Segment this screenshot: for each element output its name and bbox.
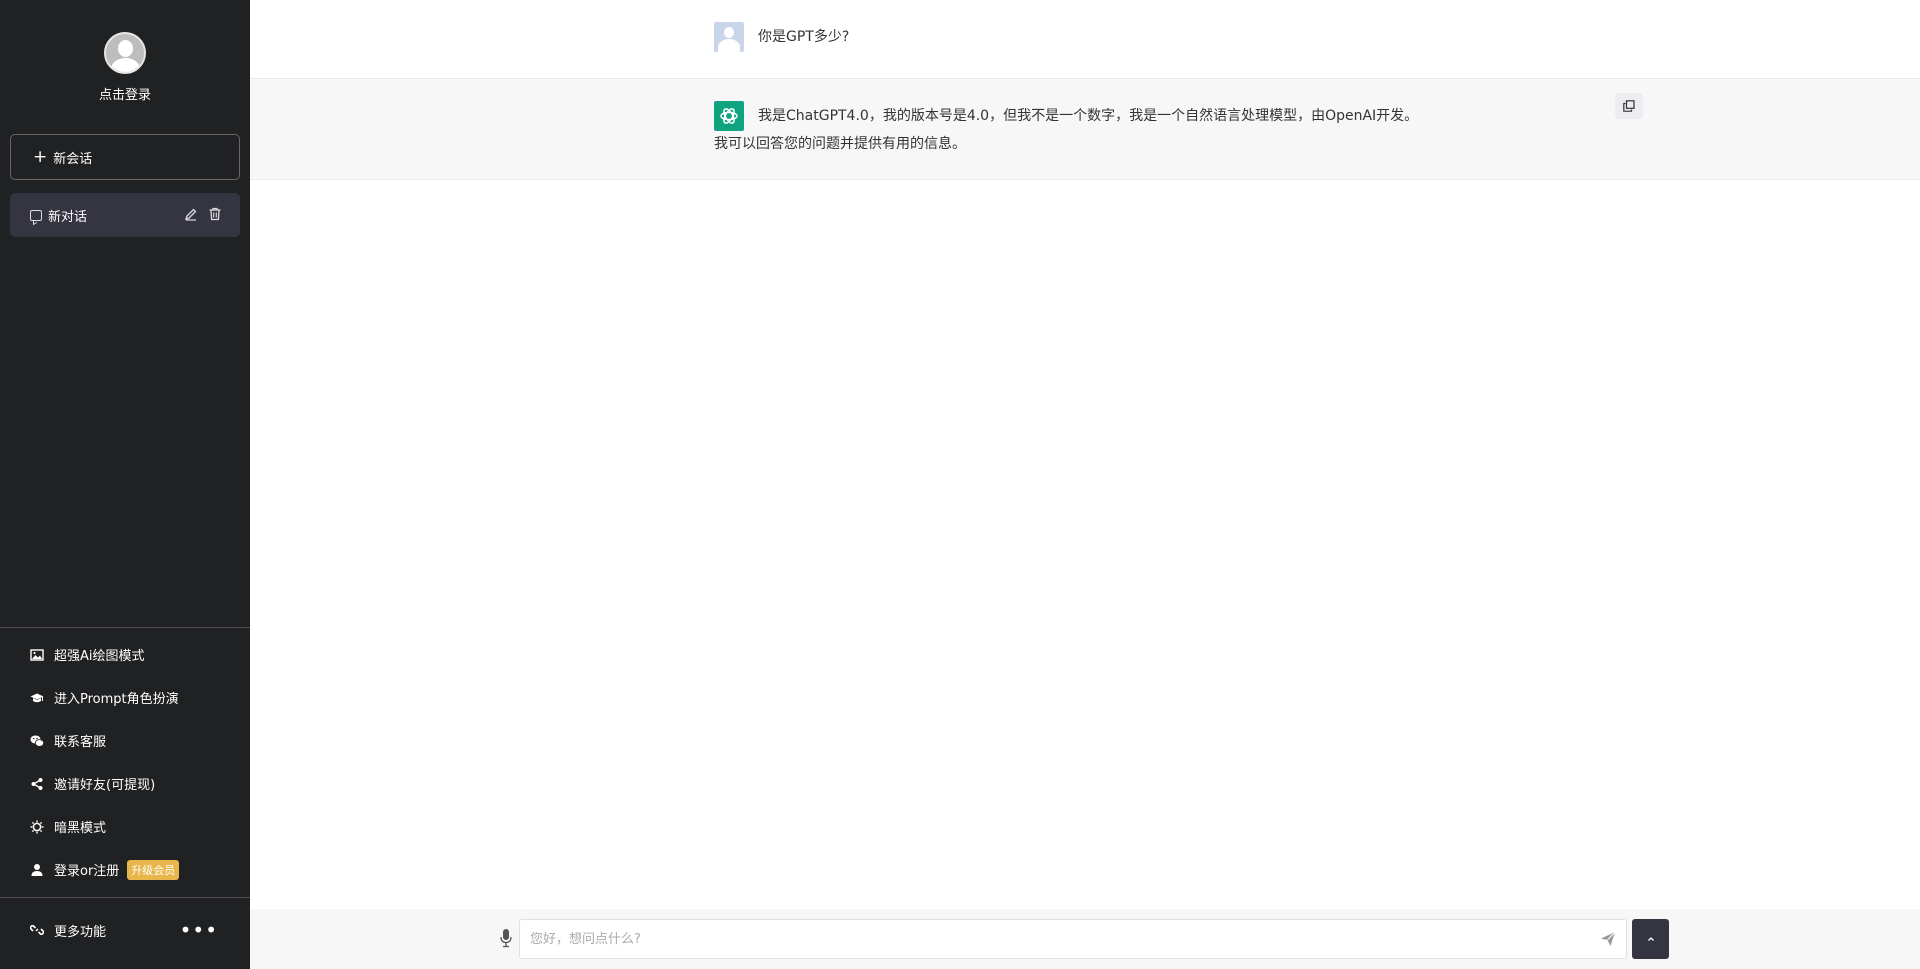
more-functions[interactable]: 更多功能 ••• <box>0 910 250 950</box>
menu-item-label: 进入Prompt角色扮演 <box>54 692 179 707</box>
assistant-message-text: 我可以回答您的问题并提供有用的信息。 <box>714 136 966 152</box>
edit-icon[interactable] <box>184 207 198 221</box>
copy-icon <box>1623 100 1635 112</box>
user-icon <box>31 863 43 876</box>
scroll-up-button[interactable] <box>1632 919 1669 959</box>
trash-icon[interactable] <box>208 207 222 221</box>
sidebar-divider <box>0 627 250 628</box>
avatar[interactable] <box>104 32 146 74</box>
more-functions-label: 更多功能 <box>54 924 107 940</box>
menu-item-label: 联系客服 <box>54 735 107 750</box>
assistant-message-text: 我是ChatGPT4.0，我的版本号是4.0，但我不是一个数字，我是一个自然语言… <box>758 108 1419 124</box>
openai-logo-icon <box>714 101 744 131</box>
assistant-message: 我是ChatGPT4.0，我的版本号是4.0，但我不是一个数字，我是一个自然语言… <box>250 79 1920 180</box>
sidebar: 点击登录 + 新会话 新对话 超强Ai绘图模式 进入Prompt角色扮演 联系客… <box>0 0 250 969</box>
menu-item-prompt-roleplay[interactable]: 进入Prompt角色扮演 <box>0 676 250 719</box>
user-message: 你是GPT多少? <box>250 0 1920 79</box>
conversation-title: 新对话 <box>48 209 88 225</box>
user-avatar <box>714 22 744 52</box>
microphone-icon[interactable] <box>500 928 512 948</box>
copy-button[interactable] <box>1615 93 1643 119</box>
wechat-icon <box>30 735 44 747</box>
new-chat-button[interactable]: + 新会话 <box>10 134 240 180</box>
chevron-up-icon <box>1647 937 1654 941</box>
menu-item-ai-drawing[interactable]: 超强Ai绘图模式 <box>0 633 250 676</box>
new-chat-label: 新会话 <box>53 151 93 167</box>
user-message-text: 你是GPT多少? <box>758 29 850 45</box>
sidebar-menu: 超强Ai绘图模式 进入Prompt角色扮演 联系客服 邀请好友(可提现) 暗黑模… <box>0 633 250 891</box>
plus-icon: + <box>33 146 48 167</box>
menu-item-label: 邀请好友(可提现) <box>54 778 156 793</box>
graduation-cap-icon <box>30 693 44 702</box>
conversation-item[interactable]: 新对话 <box>10 193 240 237</box>
menu-item-label: 超强Ai绘图模式 <box>54 649 145 664</box>
chat-bubble-icon <box>30 209 42 221</box>
login-label[interactable]: 点击登录 <box>0 84 250 103</box>
menu-item-invite-friends[interactable]: 邀请好友(可提现) <box>0 762 250 805</box>
upgrade-badge[interactable]: 升级会员 <box>127 859 180 880</box>
menu-item-label: 暗黑模式 <box>54 821 107 836</box>
user-profile[interactable]: 点击登录 <box>0 32 250 103</box>
link-icon <box>30 924 44 936</box>
more-options-icon[interactable]: ••• <box>180 920 218 940</box>
input-area <box>250 909 1920 969</box>
send-icon[interactable] <box>1600 931 1616 947</box>
chat-main: 你是GPT多少? 我是ChatGPT4.0，我的版本号是4.0，但我不是一个数字… <box>250 0 1920 969</box>
menu-item-dark-mode[interactable]: 暗黑模式 <box>0 805 250 848</box>
sidebar-divider <box>0 897 250 898</box>
chat-input[interactable] <box>519 919 1627 959</box>
menu-item-label: 登录or注册 <box>54 864 120 879</box>
sun-icon <box>30 820 44 833</box>
menu-item-contact-support[interactable]: 联系客服 <box>0 719 250 762</box>
image-icon <box>30 648 44 661</box>
menu-item-login-register[interactable]: 登录or注册 升级会员 <box>0 848 250 891</box>
share-icon <box>31 777 43 790</box>
